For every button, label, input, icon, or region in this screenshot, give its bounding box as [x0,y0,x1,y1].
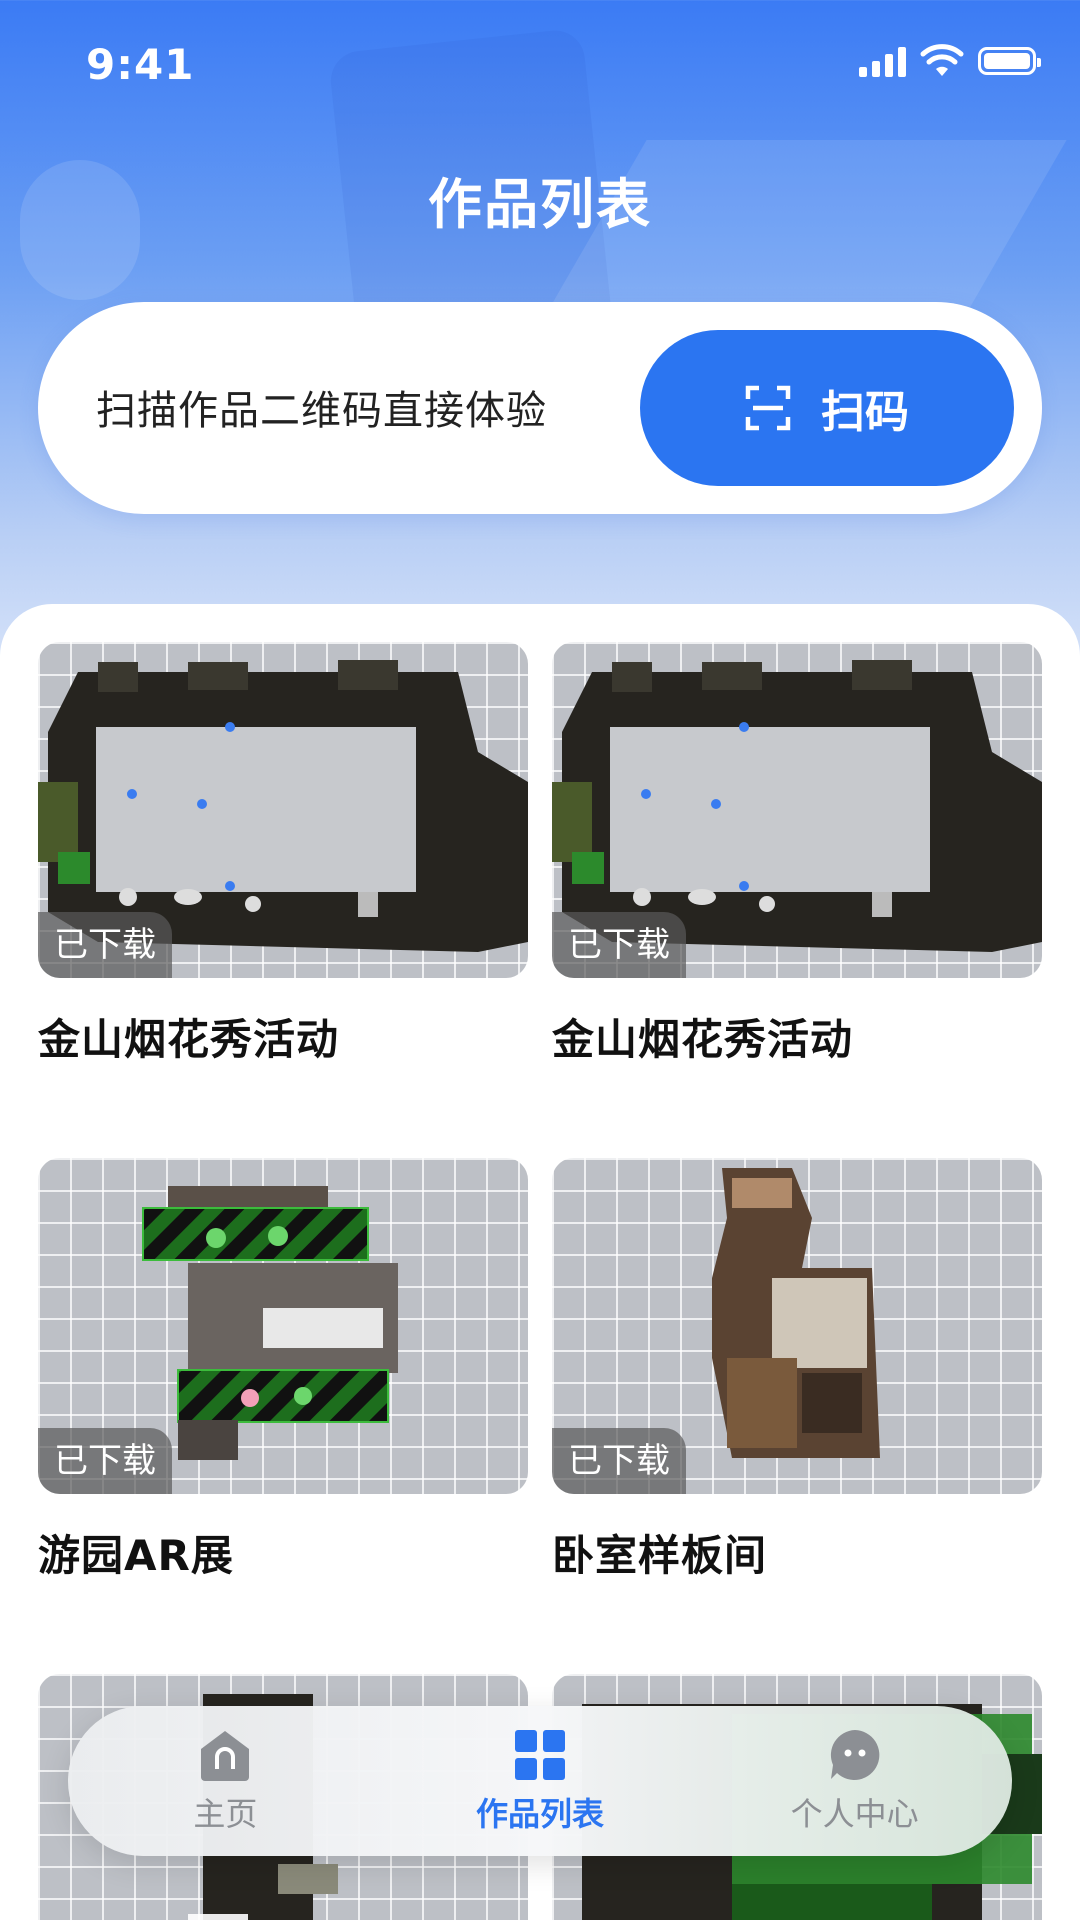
work-thumbnail: 已下载 [552,1158,1042,1494]
work-title: 游园AR展 [38,1531,234,1580]
download-status-badge: 已下载 [552,1428,686,1494]
work-card[interactable]: 已下载 金山烟花秀活动 [38,642,528,1067]
work-card[interactable]: 已下载 卧室样板间 [552,1158,1042,1583]
profile-icon [830,1730,879,1780]
download-status-badge: 已下载 [552,912,686,978]
scan-prompt: 扫描作品二维码直接体验 [96,388,547,434]
bottom-tab-bar: 主页 作品列表 个人中心 [68,1706,1012,1856]
work-title: 金山烟花秀活动 [552,1015,854,1064]
tab-home[interactable]: 主页 [115,1727,335,1835]
work-thumbnail: 已下载 [38,1158,528,1494]
work-thumbnail: 已下载 [38,642,528,978]
battery-icon [978,47,1041,75]
download-status-badge: 已下载 [38,1428,172,1494]
scan-button[interactable]: 扫码 [640,330,1014,486]
download-status-badge: 已下载 [38,912,172,978]
home-icon [201,1731,250,1781]
work-card[interactable]: 已下载 游园AR展 [38,1158,528,1583]
status-bar: 9:41 [0,0,1080,130]
scan-banner: 扫描作品二维码直接体验 扫码 [38,302,1042,514]
work-card[interactable]: 已下载 金山烟花秀活动 [552,642,1042,1067]
tab-home-label: 主页 [193,1795,258,1833]
work-title: 卧室样板间 [552,1531,768,1580]
work-thumbnail: 已下载 [552,642,1042,978]
page-title: 作品列表 [428,173,652,236]
tab-works-list[interactable]: 作品列表 [430,1727,650,1835]
wifi-icon [920,44,964,76]
scan-qr-icon [745,385,791,431]
scan-button-label: 扫码 [821,387,909,438]
grid-icon [514,1730,565,1780]
cellular-signal-icon [859,45,906,77]
tab-profile[interactable]: 个人中心 [745,1727,965,1835]
status-icons [859,44,1041,78]
work-title: 金山烟花秀活动 [38,1015,340,1064]
status-time: 9:41 [86,40,195,89]
tab-profile-label: 个人中心 [790,1795,919,1833]
tab-works-list-label: 作品列表 [475,1795,604,1833]
